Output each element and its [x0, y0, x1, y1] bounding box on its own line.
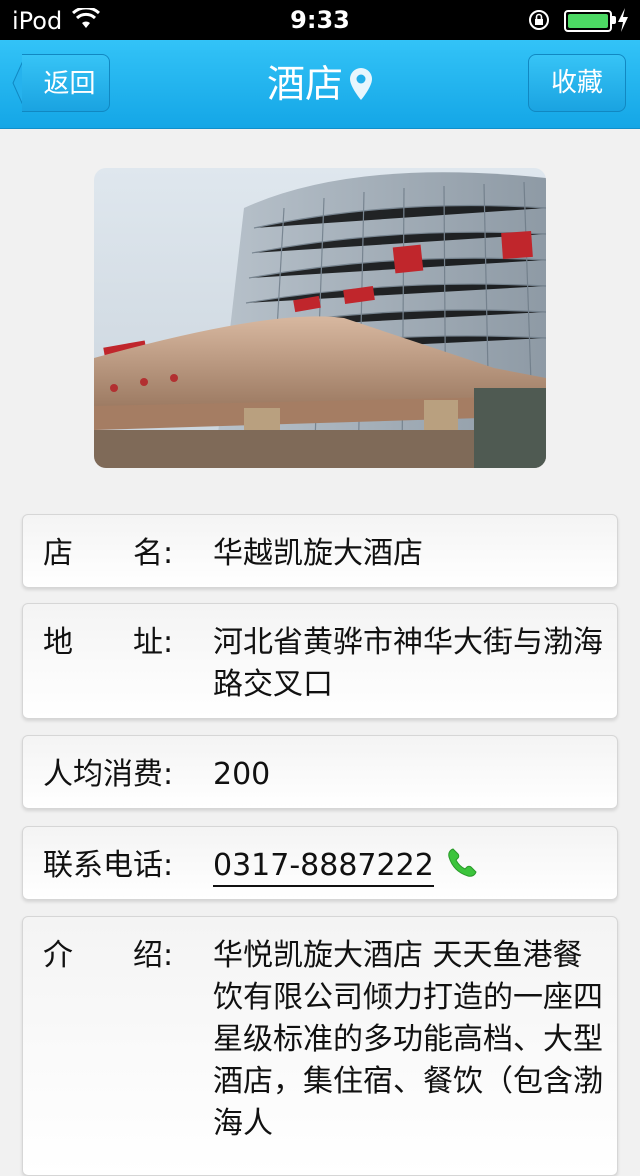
average-spend-label: 人均消费:	[43, 757, 174, 792]
page-title-text: 酒店	[266, 62, 343, 106]
favorite-button[interactable]: 收藏	[528, 54, 626, 112]
charging-icon	[617, 8, 629, 38]
intro-text: 华悦凯旋大酒店 天天鱼港餐饮有限公司倾力打造的一座四星级标准的多功能高档、大型酒…	[213, 938, 603, 1141]
phone-icon[interactable]	[444, 845, 480, 893]
address-value: 河北省黄骅市神华大街与渤海路交叉口	[213, 625, 603, 702]
battery-tip	[612, 16, 616, 24]
phone-card: 联系电话: 0317-8887222	[22, 826, 618, 900]
phone-row: 0317-8887222	[213, 845, 609, 893]
location-pin-icon	[349, 66, 373, 110]
nav-bar: 返回 酒店 收藏	[0, 40, 640, 129]
intro-label: 介 绍:	[43, 938, 174, 973]
phone-label: 联系电话:	[43, 848, 174, 883]
address-card: 地 址: 河北省黄骅市神华大街与渤海路交叉口	[22, 603, 618, 719]
average-spend-card: 人均消费: 200	[22, 735, 618, 809]
address-label: 地 址:	[43, 625, 174, 660]
hotel-name-card: 店 名: 华越凯旋大酒店	[22, 514, 618, 588]
phone-number-link[interactable]: 0317-8887222	[213, 847, 434, 887]
hotel-name-value: 华越凯旋大酒店	[213, 536, 423, 571]
battery-icon	[564, 10, 612, 32]
hotel-photo	[94, 168, 546, 468]
average-spend-value: 200	[213, 757, 271, 792]
status-bar: iPod 9:33	[0, 0, 640, 40]
intro-card: 介 绍: 华悦凯旋大酒店 天天鱼港餐饮有限公司倾力打造的一座四星级标准的多功能高…	[22, 916, 618, 1176]
rotation-lock-icon	[528, 9, 550, 37]
hotel-name-label: 店 名:	[43, 536, 174, 571]
